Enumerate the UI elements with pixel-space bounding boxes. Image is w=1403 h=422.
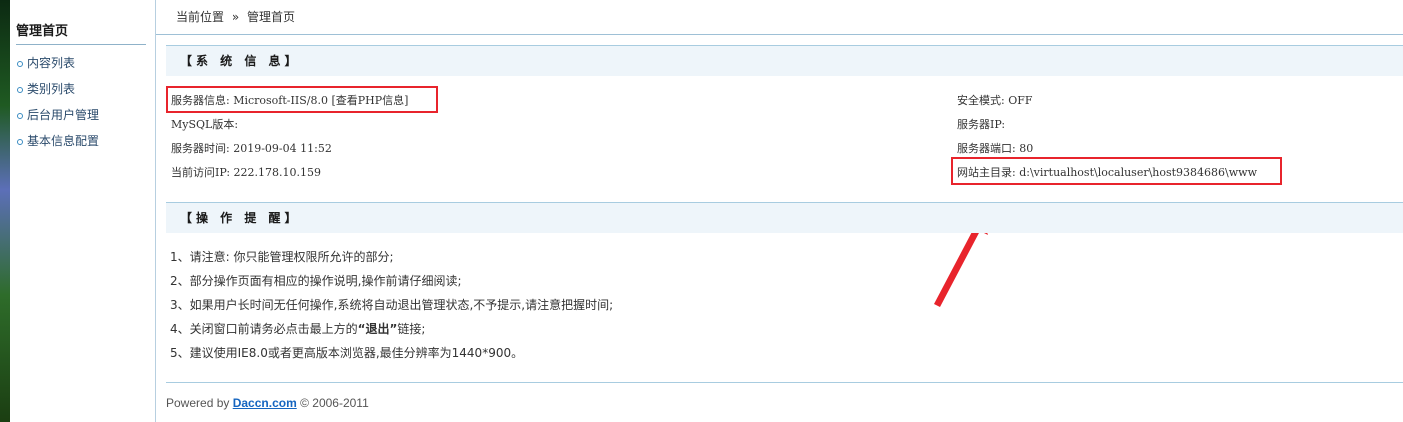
sidebar-item-admin-users[interactable]: 后台用户管理 [17, 106, 99, 132]
breadcrumb-separator: » [231, 10, 240, 24]
server-port: 服务器端口: 80 [957, 142, 1034, 155]
breadcrumb: 当前位置 » 管理首页 [156, 0, 1403, 35]
bullet-icon [17, 86, 23, 93]
sidebar-item-basic-config[interactable]: 基本信息配置 [17, 132, 99, 158]
bullet-icon [17, 138, 23, 145]
safe-mode: 安全模式: OFF [957, 94, 1033, 107]
highlight-box-web-root [951, 157, 1282, 185]
tip-item-1: 1、请注意: 你只能管理权限所允许的部分; [170, 250, 394, 264]
breadcrumb-current: 管理首页 [247, 10, 296, 24]
sidebar-title: 管理首页 [16, 20, 146, 45]
tip-item-2: 2、部分操作页面有相应的操作说明,操作前请仔细阅读; [170, 274, 462, 288]
bullet-icon [17, 112, 23, 119]
footer: Powered by Daccn.com © 2006-2011 [166, 396, 369, 410]
system-info-heading: 【系 统 信 息】 [166, 45, 1403, 76]
tip-item-4: 4、关闭窗口前请务必点击最上方的“退出”链接; [170, 322, 426, 336]
sidebar-item-category-list[interactable]: 类别列表 [17, 80, 99, 106]
sidebar-item-content-list[interactable]: 内容列表 [17, 54, 99, 80]
tips-heading: 【操 作 提 醒】 [166, 202, 1403, 233]
mysql-version: MySQL版本: [171, 118, 239, 131]
footer-divider [166, 382, 1403, 383]
server-ip: 服务器IP: [957, 118, 1006, 131]
sidebar-menu: 内容列表 类别列表 后台用户管理 基本信息配置 [17, 54, 99, 158]
server-time: 服务器时间: 2019-09-04 11:52 [171, 142, 332, 155]
daccn-link[interactable]: Daccn.com [233, 396, 297, 410]
main-content: 当前位置 » 管理首页 【系 统 信 息】 服务器信息: Microsoft-I… [156, 0, 1403, 422]
bullet-icon [17, 60, 23, 67]
visitor-ip: 当前访问IP: 222.178.10.159 [171, 166, 322, 179]
left-decorative-strip [0, 0, 10, 422]
breadcrumb-prefix: 当前位置 [176, 10, 225, 24]
tip-item-3: 3、如果用户长时间无任何操作,系统将自动退出管理状态,不予提示,请注意把握时间; [170, 298, 614, 312]
tip-item-5: 5、建议使用IE8.0或者更高版本浏览器,最佳分辨率为1440*900。 [170, 346, 524, 360]
logout-emphasis: “退出” [357, 322, 398, 336]
sidebar: 管理首页 内容列表 类别列表 后台用户管理 基本信息配置 [10, 0, 156, 422]
highlight-box-server-info [166, 86, 438, 113]
